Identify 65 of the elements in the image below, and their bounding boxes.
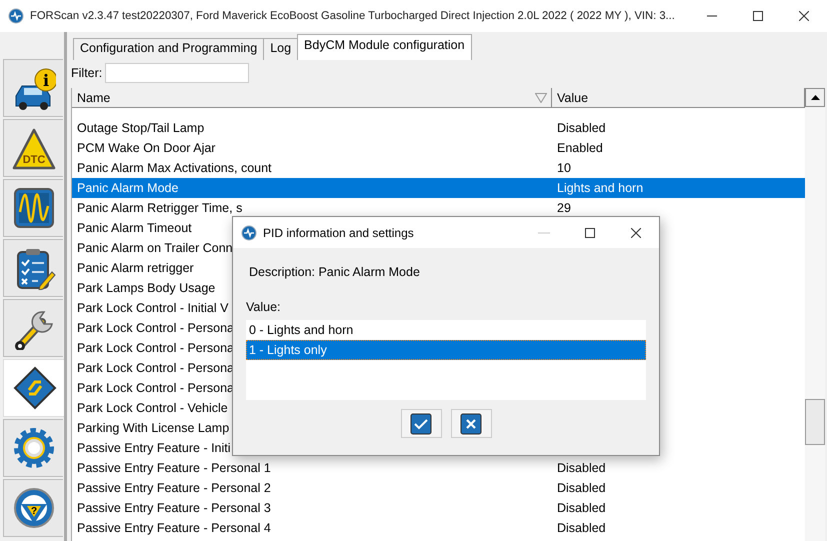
table-cell-text: 29 [556, 201, 571, 215]
sidebar-button[interactable]: DTC [3, 119, 63, 177]
table-cell-text: Enabled [556, 141, 603, 155]
sidebar-button[interactable]: ? [3, 479, 63, 537]
up-arrow-icon[interactable] [810, 95, 820, 100]
table-cell-text: Panic Alarm retrigger [76, 261, 194, 275]
table-cell-text: Passive Entry Feature - Personal 1 [76, 461, 272, 475]
table-cell-text: Panic Alarm on Trailer Conn [76, 241, 233, 255]
maximize-icon [585, 228, 595, 238]
table-cell-text: Parking With License Lamp [76, 421, 230, 435]
table-cell-text: Disabled [556, 481, 606, 495]
gear-icon [12, 426, 56, 470]
sidebar-button[interactable] [3, 179, 63, 237]
app-icon [241, 224, 257, 240]
filter-field[interactable] [105, 63, 250, 83]
table-cell-text: Passive Entry Feature - Personal 2 [76, 481, 272, 495]
sidebar-button[interactable] [3, 299, 63, 357]
sidebar-button[interactable] [3, 359, 65, 417]
checkmark-icon [410, 412, 432, 434]
table-cell-text: Panic Alarm Mode [76, 181, 180, 195]
oscilloscope-icon [12, 186, 56, 230]
table-cell-text: Park Lock Control - Initial V [76, 301, 228, 315]
table-cell-text: Disabled [556, 521, 606, 535]
close-icon [460, 412, 482, 434]
scrollbar[interactable] [805, 88, 825, 541]
table-cell-text: Park Lamps Body Usage [76, 281, 216, 295]
table-cell-text: Passive Entry Feature - Initi [76, 441, 231, 455]
table-cell-text: Panic Alarm Max Activations, count [76, 161, 273, 175]
table-cell-text: Disabled [556, 461, 606, 475]
scroll-thumb[interactable] [805, 399, 825, 445]
filter-label: Filter: [71, 66, 102, 80]
app-icon [8, 8, 24, 24]
table-cell-text: Lights and horn [556, 181, 644, 195]
close-icon [799, 11, 809, 21]
table-cell-text: Park Lock Control - Vehicle [76, 401, 228, 415]
dialog-title: PID information and settings [263, 226, 415, 240]
table-cell-text: Outage Stop/Tail Lamp [76, 121, 206, 135]
steering-wheel-icon: ? [12, 486, 56, 530]
table-cell-text: Panic Alarm Timeout [76, 221, 192, 235]
table-cell-text: Disabled [556, 121, 606, 135]
description-text: Description: Panic Alarm Mode [249, 265, 421, 279]
sidebar-button[interactable]: i [3, 59, 63, 117]
tab[interactable]: BdyCM Module configuration [297, 34, 472, 60]
value-label: Value: [246, 300, 282, 314]
chip-icon [12, 366, 56, 410]
window-title: FORScan v2.3.47 test20220307, Ford Maverick EcoBoost Gasoline Turbocharged Direct Injection 2.0L 2022 ( 2022 MY ), VIN: 3... [30, 10, 676, 22]
maximize-icon [753, 11, 763, 21]
table-cell-text: 10 [556, 161, 571, 175]
warning-icon: DTC [12, 126, 56, 170]
selected-row[interactable]: Panic Alarm Mode Lights and horn [72, 178, 805, 198]
table-cell-text: Disabled [556, 501, 606, 515]
list-option[interactable]: 1 - Lights only [246, 340, 646, 360]
cancel-button[interactable] [450, 409, 492, 438]
column-header[interactable]: Name [72, 88, 552, 107]
table-cell-text: Passive Entry Feature - Personal 4 [76, 521, 272, 535]
list-option[interactable]: 0 - Lights and horn [246, 320, 646, 340]
sidebar-button[interactable] [3, 239, 63, 297]
ok-button[interactable] [400, 409, 442, 438]
column-header-label: Name [77, 90, 110, 104]
sort-icon [535, 92, 547, 102]
close-icon [631, 228, 641, 238]
tab[interactable]: Configuration and Programming [73, 38, 264, 60]
table-cell-text: Passive Entry Feature - Personal 3 [76, 501, 272, 515]
table-cell-text: Panic Alarm Retrigger Time, s [76, 201, 244, 215]
table-cell-text: PCM Wake On Door Ajar [76, 141, 216, 155]
